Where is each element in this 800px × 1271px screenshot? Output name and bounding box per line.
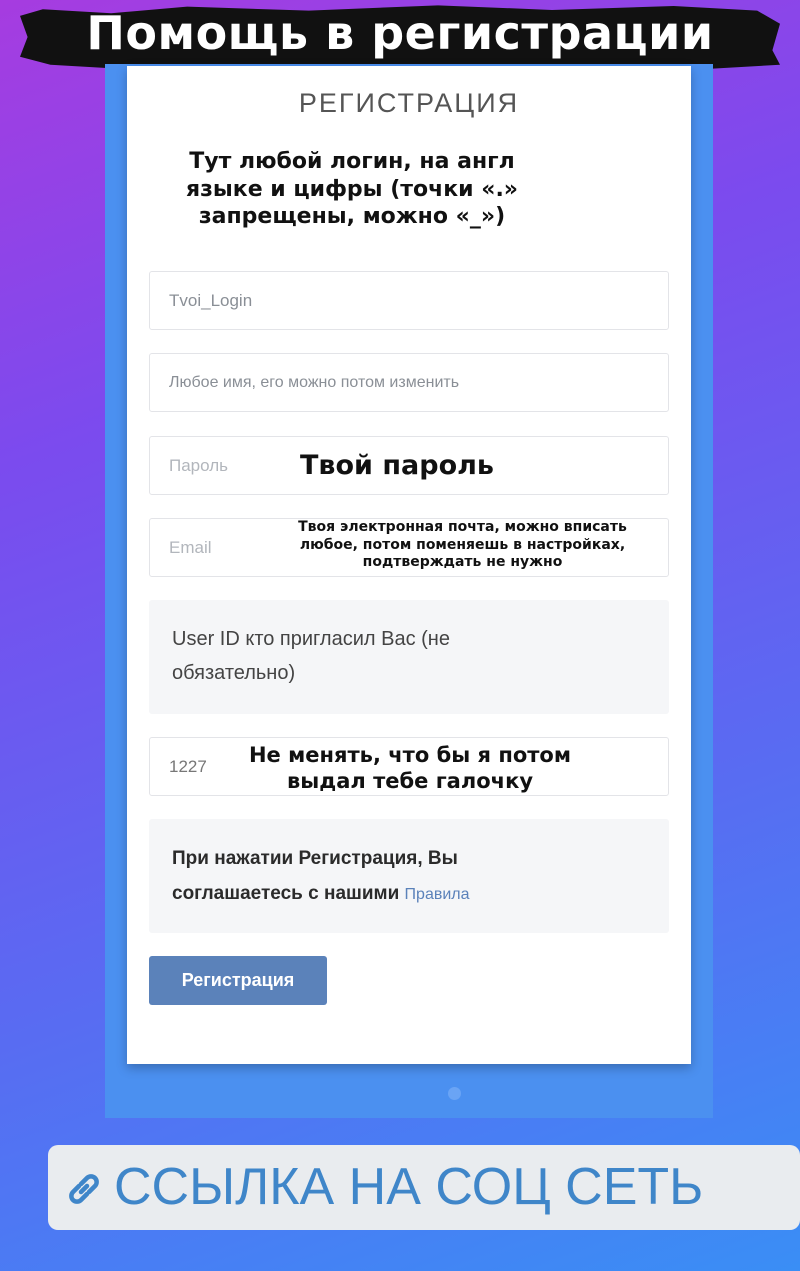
link-icon bbox=[64, 1169, 104, 1214]
password-placeholder: Пароль bbox=[169, 456, 228, 475]
social-link-text: ССЫЛКА НА СОЦ СЕТЬ bbox=[114, 1158, 704, 1216]
terms-box: При нажатии Регистрация, Вы соглашаетесь… bbox=[149, 819, 669, 933]
referrer-label-box: User ID кто пригласил Вас (не обязательн… bbox=[149, 600, 669, 714]
referrer-note: Не менять, что бы я потом выдал тебе гал… bbox=[248, 743, 572, 794]
terms-link[interactable]: Правила bbox=[405, 886, 470, 903]
page-indicator-dot bbox=[448, 1087, 461, 1100]
referrer-value: 1227 bbox=[169, 757, 207, 776]
referrer-input[interactable]: 1227 Не менять, что бы я потом выдал теб… bbox=[149, 737, 669, 796]
login-placeholder: Tvoi_Login bbox=[169, 291, 253, 310]
password-note: Твой пароль bbox=[300, 450, 494, 481]
login-input[interactable]: Tvoi_Login bbox=[149, 271, 669, 330]
terms-block: При нажатии Регистрация, Вы соглашаетесь… bbox=[172, 841, 592, 911]
referrer-label: User ID кто пригласил Вас (не обязательн… bbox=[172, 628, 450, 684]
story-title: Помощь в регистрации bbox=[86, 6, 714, 60]
name-placeholder: Любое имя, его можно потом изменить bbox=[169, 374, 460, 391]
registration-card: РЕГИСТРАЦИЯ Тут любой логин, на англ язы… bbox=[127, 66, 691, 1064]
register-button[interactable]: Регистрация bbox=[149, 956, 327, 1005]
form-title: РЕГИСТРАЦИЯ bbox=[298, 88, 520, 118]
password-input[interactable]: Пароль Твой пароль bbox=[149, 436, 669, 495]
email-placeholder: Email bbox=[169, 538, 212, 557]
login-note: Тут любой логин, на англ языке и цифры (… bbox=[185, 149, 519, 229]
name-input[interactable]: Любое имя, его можно потом изменить bbox=[149, 353, 669, 412]
social-link-sticker[interactable]: ССЫЛКА НА СОЦ СЕТЬ bbox=[48, 1145, 800, 1230]
email-note: Твоя электронная почта, можно вписать лю… bbox=[298, 519, 627, 570]
email-input[interactable]: Email Твоя электронная почта, можно впис… bbox=[149, 518, 669, 577]
